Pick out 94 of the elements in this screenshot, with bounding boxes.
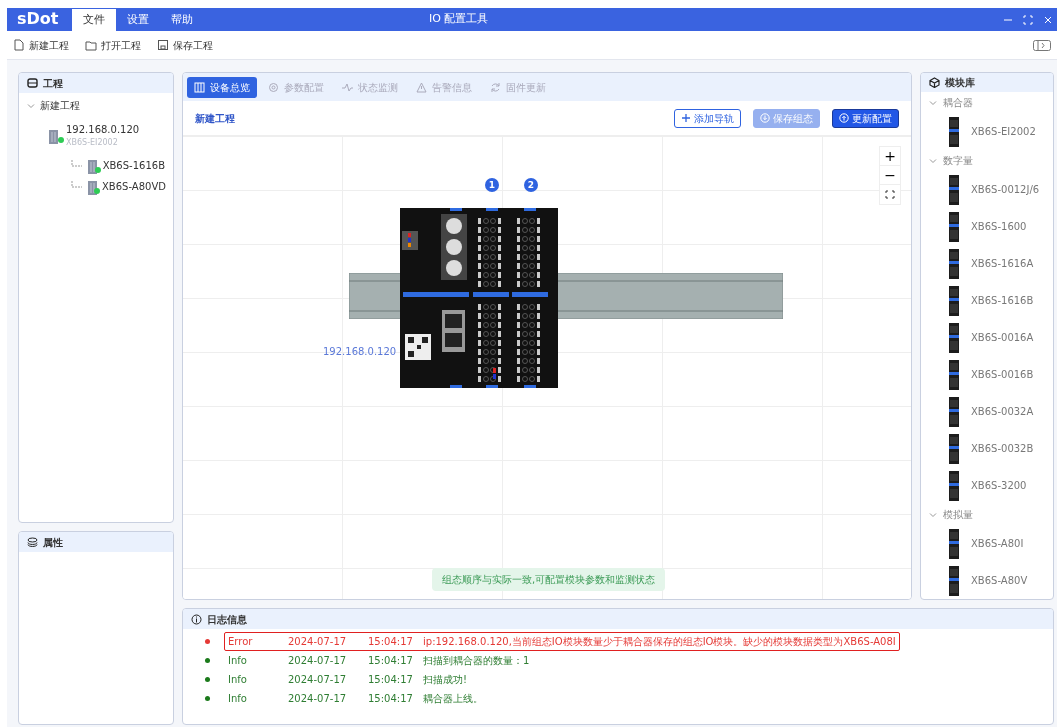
module-icon: [947, 116, 961, 147]
drive-icon: [27, 78, 38, 88]
log-dot: [205, 639, 210, 644]
refresh-icon: [490, 81, 501, 93]
menu-tab[interactable]: 帮助: [160, 8, 205, 31]
tree-label[interactable]: XB6S-A80VD: [102, 179, 166, 194]
panel-toggle-icon[interactable]: [1033, 39, 1051, 51]
log-date: 2024-07-17: [288, 635, 348, 649]
panel-title: 工程: [43, 76, 63, 91]
action-button[interactable]: 更新配置: [832, 108, 899, 128]
device-icon: [88, 159, 97, 174]
pulse-icon: [342, 81, 353, 93]
group-label[interactable]: 数字量: [943, 153, 973, 168]
chevron-icon[interactable]: [929, 156, 937, 165]
tree-label[interactable]: XB6S-1616B: [102, 158, 165, 173]
upload-icon: [839, 113, 849, 123]
maximize-icon[interactable]: [1023, 14, 1033, 26]
module-name[interactable]: XB6S-1600: [971, 219, 1027, 234]
grid-icon: [194, 81, 205, 93]
tab[interactable]: 设备总览: [187, 76, 257, 98]
toolbar-button[interactable]: 打开工程: [85, 37, 141, 53]
panel-title: 属性: [43, 535, 63, 550]
layers-icon: [27, 537, 38, 547]
module-icon: [947, 174, 961, 205]
module-name[interactable]: XB6S-1616B: [971, 293, 1034, 308]
module-icon: [947, 396, 961, 427]
toolbar-button[interactable]: 保存工程: [157, 37, 213, 53]
module-icon: [947, 470, 961, 501]
info-icon: [191, 613, 202, 625]
window-title: IO 配置工具: [429, 10, 489, 27]
status-message: 组态顺序与实际一致,可配置模块参数和监测状态: [432, 568, 666, 591]
tree-label[interactable]: 新建工程: [40, 98, 80, 113]
panel-title: 模块库: [945, 76, 975, 90]
module-icon: [947, 528, 961, 559]
module-name[interactable]: XB6S-A80V: [971, 573, 1028, 588]
log-date: 2024-07-17: [288, 692, 348, 706]
log-level: Error: [228, 635, 254, 649]
log-message: ip:192.168.0.120,当前组态IO模块数量少于耦合器保存的组态IO模块。缺少的模块数据类型为XB6S-A08I: [423, 635, 896, 649]
device-icon: [88, 180, 97, 195]
module-icon: [947, 285, 961, 316]
module-name[interactable]: XB6S-A80I: [971, 536, 1024, 551]
warning-icon: [416, 81, 427, 93]
module-name[interactable]: XB6S-EI2002: [971, 124, 1036, 139]
log-level: Info: [228, 673, 248, 687]
device-model: XB6S-EI2002: [66, 137, 119, 149]
cube-icon: [929, 77, 940, 88]
module-icon: [947, 433, 961, 464]
module-name[interactable]: XB6S-3200: [971, 478, 1027, 493]
folder-icon: [85, 39, 97, 51]
log-time: 15:04:17: [368, 635, 414, 649]
file-icon: [13, 39, 25, 51]
module-name[interactable]: XB6S-0016B: [971, 367, 1034, 382]
module-name[interactable]: XB6S-0032A: [971, 404, 1034, 419]
menu-tab[interactable]: 设置: [116, 8, 161, 31]
log-message: 耦合器上线。: [423, 692, 483, 706]
log-message: 扫描到耦合器的数量：1: [423, 654, 530, 668]
module-icon: [947, 565, 961, 596]
log-time: 15:04:17: [368, 654, 414, 668]
log-date: 2024-07-17: [288, 654, 348, 668]
log-time: 15:04:17: [368, 673, 414, 687]
chevron-icon[interactable]: [27, 101, 35, 110]
group-label[interactable]: 耦合器: [943, 95, 973, 110]
log-time: 15:04:17: [368, 692, 414, 706]
log-date: 2024-07-17: [288, 673, 348, 687]
chevron-icon[interactable]: [929, 510, 937, 519]
gear-icon: [268, 81, 279, 93]
slot-number-badge: 2: [524, 178, 538, 192]
download-icon: [760, 113, 770, 123]
menu-tab[interactable]: 文件: [72, 8, 117, 31]
module-icon: [947, 248, 961, 279]
workspace-title: 新建工程: [195, 111, 236, 126]
panel-title: 日志信息: [207, 612, 247, 627]
module-name[interactable]: XB6S-0012J/6: [971, 182, 1040, 197]
module-icon: [947, 322, 961, 353]
module-name[interactable]: XB6S-0016A: [971, 330, 1034, 345]
logo: sDot: [16, 9, 60, 30]
plus-icon: [681, 113, 691, 123]
chevron-icon[interactable]: [929, 98, 937, 107]
slot-number-badge: 1: [485, 178, 499, 192]
log-message: 扫描成功!: [423, 673, 467, 687]
module-name[interactable]: XB6S-0032B: [971, 441, 1034, 456]
ip-label: 192.168.0.120: [323, 345, 397, 359]
device-icon: [49, 129, 58, 144]
log-level: Info: [228, 654, 248, 668]
log-level: Info: [228, 692, 248, 706]
toolbar-button[interactable]: 新建工程: [13, 37, 69, 53]
close-icon[interactable]: [1043, 14, 1053, 26]
module-icon: [947, 359, 961, 390]
module-icon: [947, 211, 961, 242]
module-name[interactable]: XB6S-1616A: [971, 256, 1034, 271]
tree-label[interactable]: 192.168.0.120: [66, 122, 140, 137]
floppy-icon: [157, 39, 169, 51]
group-label[interactable]: 模拟量: [943, 507, 973, 522]
action-button[interactable]: 添加导轨: [674, 108, 741, 128]
